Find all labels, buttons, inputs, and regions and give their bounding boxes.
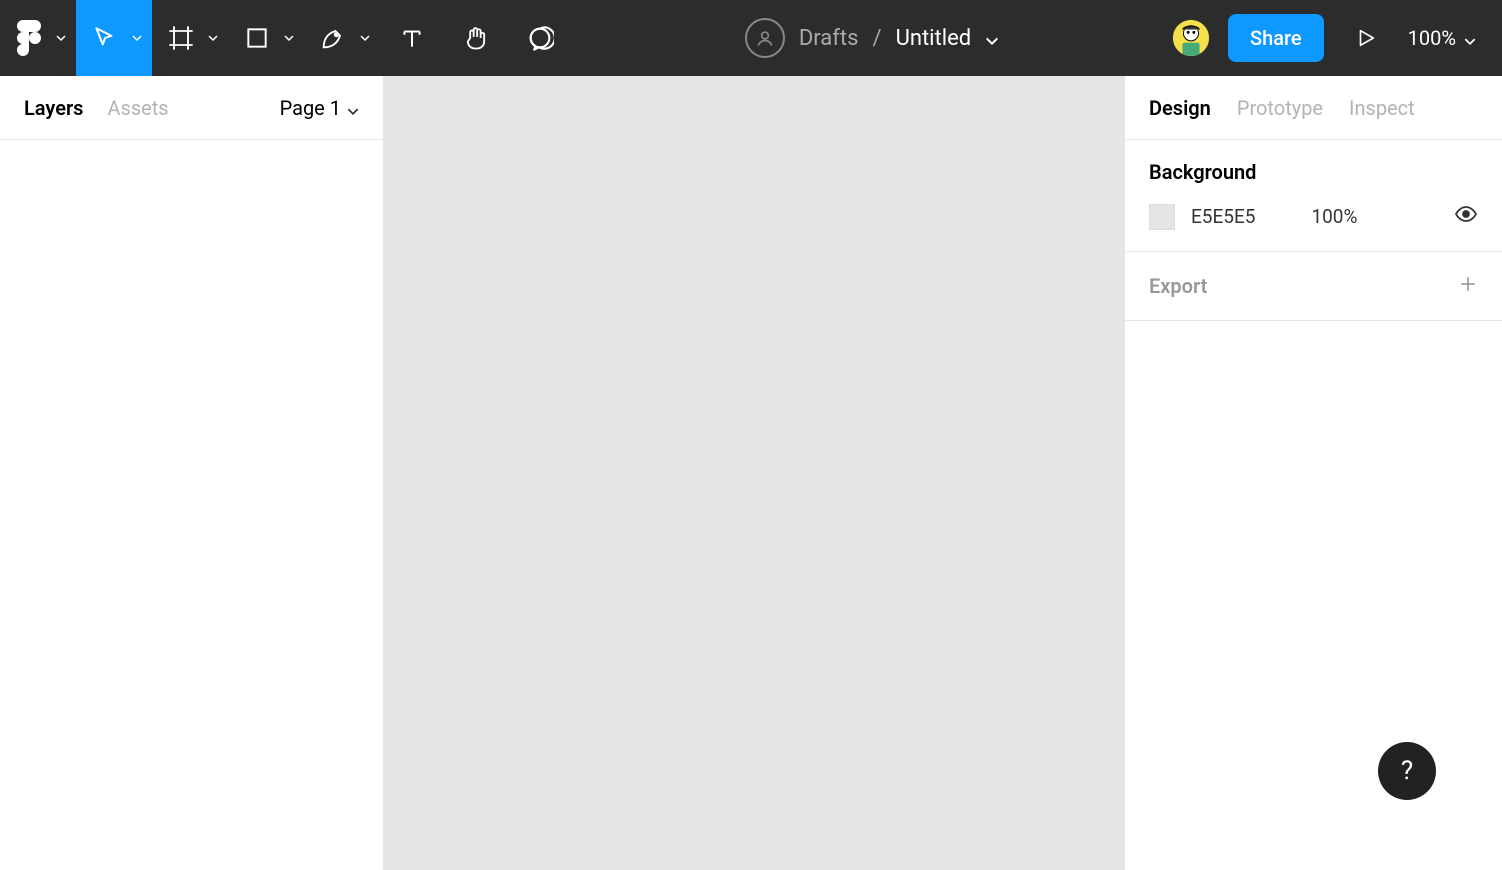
owner-avatar-icon[interactable]	[745, 18, 785, 58]
file-title[interactable]: Untitled	[896, 26, 972, 51]
tab-assets[interactable]: Assets	[107, 96, 168, 120]
tab-design[interactable]: Design	[1149, 96, 1211, 120]
play-icon	[1355, 27, 1377, 49]
main-menu-button[interactable]	[0, 0, 76, 76]
chevron-down-icon	[360, 35, 370, 41]
background-section: Background E5E5E5 100%	[1125, 140, 1502, 252]
chevron-down-icon	[1464, 26, 1476, 50]
rectangle-icon	[244, 25, 270, 51]
tab-prototype[interactable]: Prototype	[1237, 96, 1323, 120]
pen-tool-button[interactable]	[304, 0, 380, 76]
tab-layers[interactable]: Layers	[24, 96, 83, 120]
left-panel-tabs: Layers Assets Page 1	[0, 76, 383, 140]
comment-tool-button[interactable]	[508, 0, 572, 76]
breadcrumb-separator: /	[872, 26, 881, 51]
frame-icon	[167, 24, 195, 52]
chevron-down-icon	[56, 35, 66, 41]
layers-list-empty	[0, 140, 383, 870]
background-opacity[interactable]: 100%	[1311, 205, 1357, 228]
file-title-chevron-icon[interactable]	[985, 26, 999, 51]
canvas[interactable]	[384, 76, 1124, 870]
move-tool-button[interactable]	[76, 0, 152, 76]
text-icon	[399, 25, 425, 51]
left-panel: Layers Assets Page 1	[0, 76, 384, 870]
pen-icon	[319, 24, 347, 52]
comment-icon	[526, 24, 554, 52]
background-title: Background	[1149, 160, 1478, 184]
toolbar-left	[0, 0, 572, 76]
export-label: Export	[1149, 274, 1207, 298]
present-button[interactable]	[1342, 0, 1390, 76]
tab-inspect[interactable]: Inspect	[1349, 96, 1415, 120]
chevron-down-icon	[132, 35, 142, 41]
frame-tool-button[interactable]	[152, 0, 228, 76]
visibility-toggle[interactable]	[1454, 202, 1478, 231]
right-panel-tabs: Design Prototype Inspect	[1125, 76, 1502, 140]
top-toolbar: Drafts / Untitled Share 100%	[0, 0, 1502, 76]
plus-icon	[1458, 272, 1478, 300]
chevron-down-icon	[284, 35, 294, 41]
right-panel: Design Prototype Inspect Background E5E5…	[1124, 76, 1502, 870]
background-row: E5E5E5 100%	[1149, 202, 1478, 231]
zoom-value: 100%	[1408, 26, 1456, 50]
help-button[interactable]: ?	[1378, 742, 1436, 800]
background-hex[interactable]: E5E5E5	[1191, 205, 1255, 228]
shape-tool-button[interactable]	[228, 0, 304, 76]
share-button[interactable]: Share	[1228, 14, 1324, 62]
toolbar-right: Share 100%	[1172, 0, 1502, 76]
cursor-icon	[92, 25, 118, 51]
hand-tool-button[interactable]	[444, 0, 508, 76]
zoom-control[interactable]: 100%	[1408, 26, 1476, 50]
breadcrumb-folder[interactable]: Drafts	[799, 26, 859, 51]
eye-icon	[1454, 208, 1478, 231]
user-avatar[interactable]	[1172, 19, 1210, 57]
export-section: Export	[1125, 252, 1502, 321]
body-area: Layers Assets Page 1 Design Prototype In…	[0, 76, 1502, 870]
background-swatch[interactable]	[1149, 204, 1175, 230]
help-icon: ?	[1401, 756, 1413, 786]
page-selector-label: Page 1	[280, 96, 341, 120]
chevron-down-icon	[208, 35, 218, 41]
chevron-down-icon	[347, 96, 359, 120]
text-tool-button[interactable]	[380, 0, 444, 76]
hand-icon	[462, 24, 490, 52]
add-export-button[interactable]	[1458, 272, 1478, 300]
toolbar-center: Drafts / Untitled	[572, 18, 1172, 58]
page-selector[interactable]: Page 1	[280, 96, 359, 120]
figma-logo-icon	[17, 20, 41, 56]
